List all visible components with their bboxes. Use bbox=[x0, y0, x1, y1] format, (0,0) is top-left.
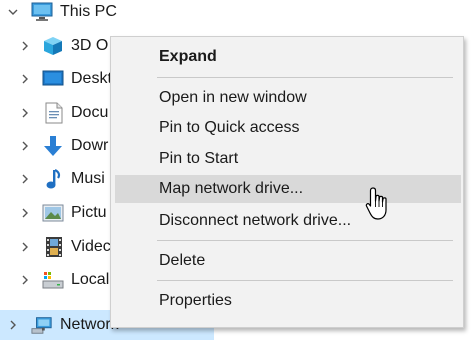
tree-item-label: Dowr bbox=[71, 137, 109, 154]
tree-item-label: Videc bbox=[71, 238, 111, 255]
menu-item-pin-to-quick-access[interactable]: Pin to Quick access bbox=[115, 114, 461, 142]
local-disk-icon bbox=[42, 269, 64, 291]
tree-item-label: This PC bbox=[60, 3, 117, 20]
chevron-right-icon[interactable] bbox=[18, 172, 32, 186]
chevron-right-icon[interactable] bbox=[18, 39, 32, 53]
chevron-right-icon[interactable] bbox=[18, 139, 32, 153]
chevron-right-icon[interactable] bbox=[18, 206, 32, 220]
tree-item-label: Deskt bbox=[71, 70, 112, 87]
menu-separator bbox=[157, 280, 453, 281]
tree-item-label: Musi bbox=[71, 170, 105, 187]
file-explorer-nav-pane: This PC 3D O Deskt Docu Dowr Musi Pictu … bbox=[0, 0, 474, 351]
pictures-icon bbox=[42, 202, 64, 224]
tree-item-label: Local bbox=[71, 271, 110, 288]
download-arrow-icon bbox=[42, 135, 64, 157]
music-note-icon bbox=[43, 168, 65, 190]
menu-item-properties[interactable]: Properties bbox=[115, 287, 461, 315]
menu-item-expand[interactable]: Expand bbox=[115, 43, 461, 71]
chevron-down-icon[interactable] bbox=[6, 5, 20, 19]
menu-item-map-network-drive[interactable]: Map network drive... bbox=[115, 175, 461, 203]
context-menu: Expand Open in new window Pin to Quick a… bbox=[110, 36, 464, 328]
menu-item-open-in-new-window[interactable]: Open in new window bbox=[115, 84, 461, 112]
menu-item-disconnect-network-drive[interactable]: Disconnect network drive... bbox=[115, 207, 461, 235]
hand-cursor-icon bbox=[365, 187, 387, 220]
menu-item-pin-to-start[interactable]: Pin to Start bbox=[115, 145, 461, 173]
menu-item-delete[interactable]: Delete bbox=[115, 247, 461, 275]
chevron-right-icon[interactable] bbox=[6, 318, 20, 332]
chevron-right-icon[interactable] bbox=[18, 106, 32, 120]
network-icon bbox=[31, 314, 53, 336]
desktop-icon bbox=[42, 68, 64, 90]
tree-item-label: Docu bbox=[71, 104, 109, 121]
tree-item-label: 3D O bbox=[71, 37, 109, 54]
tree-item-this-pc[interactable]: This PC bbox=[0, 0, 474, 27]
3d-objects-icon bbox=[42, 35, 64, 57]
menu-separator bbox=[157, 77, 453, 78]
chevron-right-icon[interactable] bbox=[18, 273, 32, 287]
videos-icon bbox=[43, 236, 65, 258]
chevron-right-icon[interactable] bbox=[18, 72, 32, 86]
chevron-right-icon[interactable] bbox=[18, 240, 32, 254]
tree-item-label: Pictu bbox=[71, 204, 107, 221]
documents-icon bbox=[43, 102, 65, 124]
this-pc-icon bbox=[31, 1, 53, 23]
menu-separator bbox=[157, 240, 453, 241]
